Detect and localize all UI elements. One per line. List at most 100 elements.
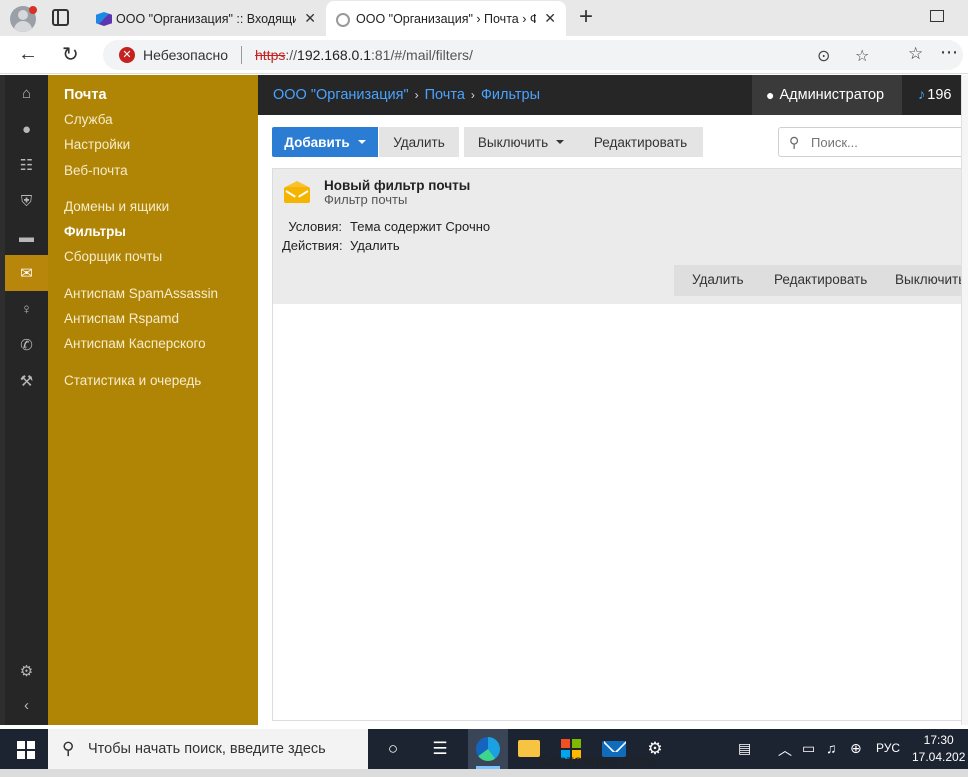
collections-icon[interactable]: ☆ bbox=[908, 44, 923, 64]
menu-item-filters[interactable]: Фильтры bbox=[64, 224, 126, 239]
menu-item-webmail[interactable]: Веб-почта bbox=[64, 163, 128, 178]
network-icon[interactable]: ⊕ bbox=[850, 740, 862, 757]
phone-icon[interactable]: ✆ bbox=[5, 327, 48, 363]
home-icon[interactable]: ⌂ bbox=[5, 75, 48, 111]
lightbulb-icon[interactable]: ♀ bbox=[5, 291, 48, 327]
clock-date: 17.04.202 bbox=[912, 750, 966, 764]
user-icon: ● bbox=[766, 87, 775, 103]
menu-item-rspamd[interactable]: Антиспам Rspamd bbox=[64, 311, 179, 326]
edge-browser-icon[interactable] bbox=[476, 737, 500, 761]
actions-label: Действия: bbox=[282, 238, 343, 253]
windows-start-icon[interactable] bbox=[17, 741, 35, 759]
taskbar-search-text: Чтобы начать поиск, введите здесь bbox=[88, 741, 326, 757]
breadcrumb-separator-icon: › bbox=[414, 88, 419, 102]
app-favicon-icon bbox=[96, 12, 112, 26]
tray-chevron-icon[interactable]: ︿ bbox=[778, 740, 792, 760]
reload-icon[interactable]: ↻ bbox=[62, 42, 79, 67]
browser-tab-strip: ООО "Организация" :: Входящие ✕ ООО "Орг… bbox=[0, 0, 968, 36]
tab-actions-icon[interactable] bbox=[52, 9, 69, 26]
battery-icon[interactable]: ▭ bbox=[802, 740, 815, 757]
windows-taskbar: ⚲ Чтобы начать поиск, введите здесь ○ ☰ … bbox=[0, 729, 968, 769]
desktop-strip bbox=[0, 769, 968, 777]
security-label[interactable]: Небезопасно bbox=[143, 47, 228, 63]
add-button[interactable]: Добавить bbox=[272, 127, 378, 157]
shield-icon[interactable]: ⛨ bbox=[5, 183, 48, 219]
loading-favicon-icon bbox=[336, 13, 350, 27]
news-icon[interactable]: ▤ bbox=[738, 740, 751, 757]
breadcrumb-filters[interactable]: Фильтры bbox=[481, 87, 540, 103]
address-bar[interactable]: ✕ Небезопасно https://192.168.0.1:81/#/m… bbox=[103, 40, 963, 70]
page-actions-icon[interactable]: ⊙ bbox=[817, 46, 830, 66]
browser-menu-icon[interactable]: ⋯ bbox=[940, 42, 959, 63]
widgets-icon[interactable]: ☰ bbox=[428, 737, 452, 761]
file-explorer-icon[interactable] bbox=[518, 740, 540, 757]
search-input[interactable] bbox=[811, 133, 961, 151]
wrench-icon[interactable]: ⚒ bbox=[5, 363, 48, 399]
breadcrumb-mail[interactable]: Почта bbox=[425, 87, 465, 103]
user-name: Администратор bbox=[779, 87, 885, 103]
profile-notification-dot bbox=[29, 6, 37, 14]
folder-icon[interactable]: ▬ bbox=[5, 219, 48, 255]
filter-edit-button[interactable]: Редактировать bbox=[774, 272, 867, 287]
envelope-icon bbox=[284, 181, 310, 203]
close-tab-icon[interactable]: ✕ bbox=[544, 10, 556, 27]
user-icon[interactable]: ● bbox=[5, 111, 48, 147]
clock[interactable]: 17:30 17.04.202 bbox=[912, 732, 965, 766]
filter-disable-button[interactable]: Выключить bbox=[895, 272, 965, 287]
search-icon: ⚲ bbox=[789, 134, 800, 150]
browser-navbar: ← ↻ ✕ Небезопасно https://192.168.0.1:81… bbox=[0, 36, 968, 74]
conditions-label: Условия: bbox=[288, 219, 342, 234]
collapse-icon[interactable]: ‹ bbox=[5, 687, 48, 723]
menu-item-service[interactable]: Служба bbox=[64, 112, 113, 127]
language-indicator[interactable]: РУС bbox=[876, 741, 900, 755]
app-top-bar: ООО "Организация" › Почта › Фильтры ● Админи… bbox=[258, 75, 968, 115]
menu-item-collector[interactable]: Сборщик почты bbox=[64, 249, 162, 264]
insecure-warning-icon[interactable]: ✕ bbox=[119, 47, 135, 63]
url-text[interactable]: https://192.168.0.1:81/#/mail/filters/ bbox=[255, 47, 473, 63]
envelope-icon[interactable]: ✉ bbox=[5, 255, 48, 291]
menu-item-settings[interactable]: Настройки bbox=[64, 137, 130, 152]
tab-filters[interactable]: ООО "Организация" › Почта › Фильтры ✕ bbox=[326, 1, 566, 36]
sitemap-icon[interactable]: ☷ bbox=[5, 147, 48, 183]
notifications[interactable]: ♪ 196 bbox=[918, 87, 951, 103]
taskbar-search[interactable]: ⚲ Чтобы начать поиск, введите здесь bbox=[48, 729, 368, 769]
caret-down-icon bbox=[357, 140, 366, 144]
user-menu[interactable]: ● Администратор bbox=[752, 75, 902, 115]
bell-icon: ♪ bbox=[918, 87, 926, 103]
favorite-star-icon[interactable]: ☆ bbox=[855, 46, 869, 66]
search-box[interactable]: ⚲ bbox=[778, 127, 968, 157]
volume-icon[interactable]: ♫ bbox=[826, 740, 837, 756]
mail-section-menu: Почта Служба Настройки Веб-почта Домены … bbox=[48, 75, 258, 725]
search-icon: ⚲ bbox=[62, 739, 75, 758]
restore-window-icon[interactable] bbox=[930, 10, 944, 22]
menu-item-domains[interactable]: Домены и ящики bbox=[64, 199, 169, 214]
filter-delete-button[interactable]: Удалить bbox=[692, 272, 744, 287]
back-arrow-icon[interactable]: ← bbox=[18, 43, 38, 66]
close-tab-icon[interactable]: ✕ bbox=[304, 10, 316, 27]
menu-header[interactable]: Почта bbox=[64, 87, 107, 103]
clock-time: 17:30 bbox=[923, 733, 954, 747]
edit-button[interactable]: Редактировать bbox=[578, 127, 703, 157]
delete-button[interactable]: Удалить bbox=[379, 127, 459, 157]
new-tab-icon[interactable]: + bbox=[579, 4, 593, 30]
menu-item-spamassassin[interactable]: Антиспам SpamAssassin bbox=[64, 286, 218, 301]
main-content: Добавить Удалить Выключить Редактировать… bbox=[258, 115, 968, 725]
gear-icon[interactable]: ⚙ bbox=[5, 653, 48, 689]
filter-subtitle: Фильтр почты bbox=[324, 192, 408, 207]
tab-inbox[interactable]: ООО "Организация" :: Входящие ✕ bbox=[86, 1, 326, 36]
network-status-tooltip: Состояние сети bbox=[538, 753, 655, 770]
menu-item-kaspersky[interactable]: Антиспам Касперского bbox=[64, 336, 206, 351]
breadcrumb-org[interactable]: ООО "Организация" bbox=[273, 87, 409, 103]
menu-item-stats[interactable]: Статистика и очередь bbox=[64, 373, 201, 388]
notification-count: 196 bbox=[927, 87, 952, 103]
filter-list: Новый фильтр почты Фильтр почты Условия:… bbox=[272, 168, 968, 721]
disable-button[interactable]: Выключить bbox=[464, 127, 578, 157]
filter-card[interactable]: Новый фильтр почты Фильтр почты Условия:… bbox=[273, 169, 968, 304]
breadcrumb-separator-icon: › bbox=[470, 88, 475, 102]
task-view-icon[interactable]: ○ bbox=[381, 737, 405, 761]
filter-title: Новый фильтр почты bbox=[324, 178, 471, 193]
actions-value: Удалить bbox=[350, 238, 400, 253]
window-right-edge bbox=[961, 75, 968, 725]
tab-title: ООО "Организация" :: Входящие bbox=[116, 11, 296, 26]
conditions-value: Тема содержит Срочно bbox=[350, 219, 491, 234]
